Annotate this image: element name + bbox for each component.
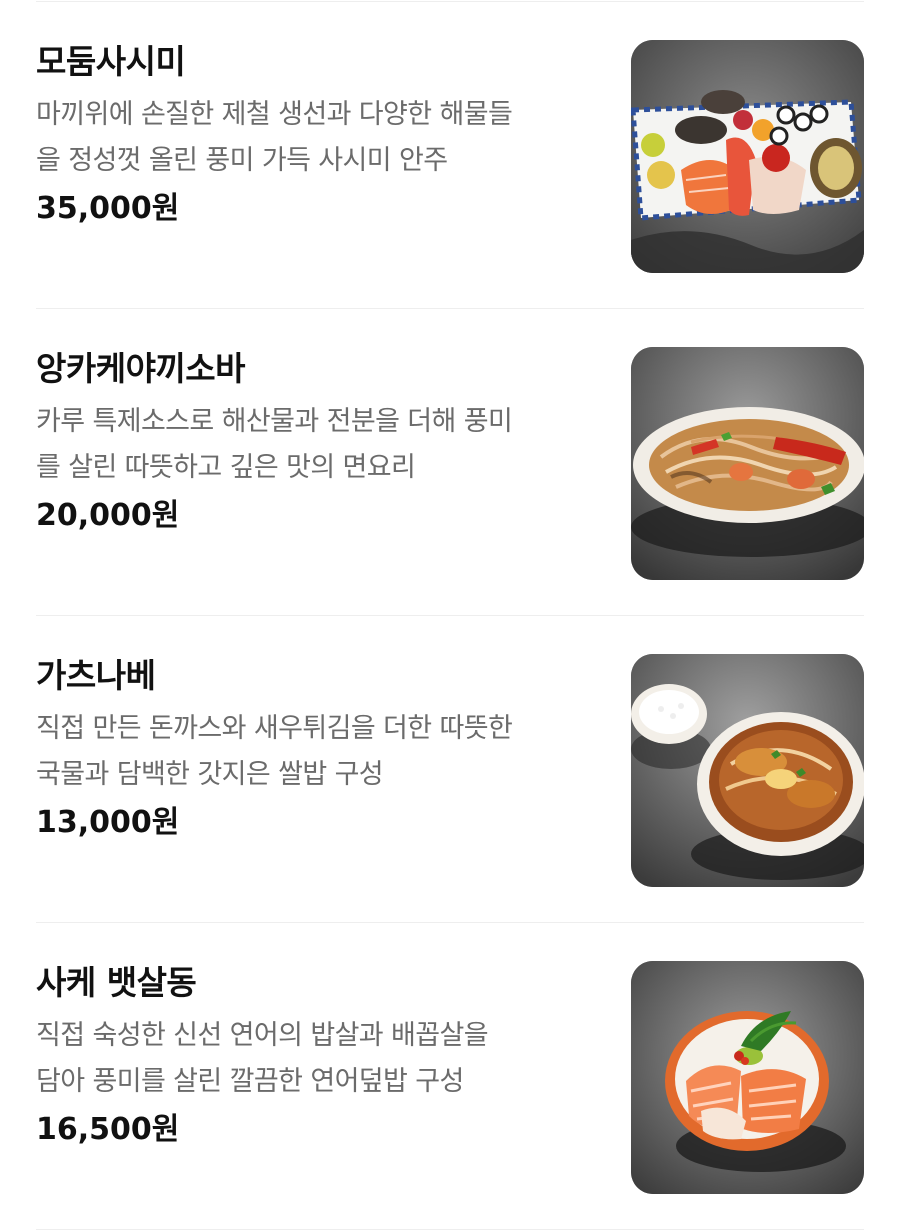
menu-item-sake-baetsal-don[interactable]: 사케 뱃살동 직접 숙성한 신선 연어의 밥살과 배꼽살을담아 풍미를 살린 깔… xyxy=(0,923,900,1229)
menu-item-text: 사케 뱃살동 직접 숙성한 신선 연어의 밥살과 배꼽살을담아 풍미를 살린 깔… xyxy=(36,961,596,1151)
menu-item-photo-katsunabe[interactable] xyxy=(631,654,864,887)
menu-item-photo-yakisoba[interactable] xyxy=(631,347,864,580)
menu-item-description: 직접 숙성한 신선 연어의 밥살과 배꼽살을담아 풍미를 살린 깔끔한 연어덮밥… xyxy=(36,1013,596,1105)
description-line: 를 살린 따뜻하고 깊은 맛의 면요리 xyxy=(36,452,416,483)
menu-item-photo-salmon-don[interactable] xyxy=(631,961,864,1194)
yakisoba-plate-image xyxy=(631,347,864,580)
menu-item-text: 앙카케야끼소바 카루 특제소스로 해산물과 전분을 더해 풍미를 살린 따뜻하고… xyxy=(36,347,596,537)
menu-item-description: 카루 특제소스로 해산물과 전분을 더해 풍미를 살린 따뜻하고 깊은 맛의 면… xyxy=(36,399,596,491)
menu-item-ankake-yakisoba[interactable]: 앙카케야끼소바 카루 특제소스로 해산물과 전분을 더해 풍미를 살린 따뜻하고… xyxy=(0,309,900,615)
description-line: 카루 특제소스로 해산물과 전분을 더해 풍미 xyxy=(36,406,513,437)
menu-item-price: 35,000원 xyxy=(36,191,180,226)
menu-item-price: 13,000원 xyxy=(36,805,180,840)
divider xyxy=(36,1229,864,1230)
description-line: 을 정성껏 올린 풍미 가득 사시미 안주 xyxy=(36,145,448,176)
menu-item-name: 가츠나베 xyxy=(36,656,156,695)
description-line: 담아 풍미를 살린 깔끔한 연어덮밥 구성 xyxy=(36,1066,464,1097)
menu-item-price: 20,000원 xyxy=(36,498,180,533)
menu-item-description: 직접 만든 돈까스와 새우튀김을 더한 따뜻한국물과 담백한 갓지은 쌀밥 구성 xyxy=(36,706,596,798)
menu-list: 모둠사시미 마끼위에 손질한 제철 생선과 다양한 해물들을 정성껏 올린 풍미… xyxy=(0,0,900,1232)
menu-item-text: 모둠사시미 마끼위에 손질한 제철 생선과 다양한 해물들을 정성껏 올린 풍미… xyxy=(36,40,596,230)
sashimi-platter-image xyxy=(631,40,864,273)
menu-item-photo-sashimi[interactable] xyxy=(631,40,864,273)
menu-item-price: 16,500원 xyxy=(36,1112,180,1147)
katsunabe-bowl-image xyxy=(631,654,864,887)
description-line: 국물과 담백한 갓지은 쌀밥 구성 xyxy=(36,759,384,790)
menu-item-text: 가츠나베 직접 만든 돈까스와 새우튀김을 더한 따뜻한국물과 담백한 갓지은 … xyxy=(36,654,596,844)
menu-item-name: 앙카케야끼소바 xyxy=(36,349,246,388)
description-line: 마끼위에 손질한 제철 생선과 다양한 해물들 xyxy=(36,99,513,130)
menu-item-name: 사케 뱃살동 xyxy=(36,963,197,1002)
description-line: 직접 만든 돈까스와 새우튀김을 더한 따뜻한 xyxy=(36,713,513,744)
salmon-don-bowl-image xyxy=(631,961,864,1194)
menu-item-moduum-sashimi[interactable]: 모둠사시미 마끼위에 손질한 제철 생선과 다양한 해물들을 정성껏 올린 풍미… xyxy=(0,2,900,308)
menu-item-name: 모둠사시미 xyxy=(36,42,186,81)
menu-item-katsunabe[interactable]: 가츠나베 직접 만든 돈까스와 새우튀김을 더한 따뜻한국물과 담백한 갓지은 … xyxy=(0,616,900,922)
menu-item-description: 마끼위에 손질한 제철 생선과 다양한 해물들을 정성껏 올린 풍미 가득 사시… xyxy=(36,92,596,184)
description-line: 직접 숙성한 신선 연어의 밥살과 배꼽살을 xyxy=(36,1020,489,1051)
